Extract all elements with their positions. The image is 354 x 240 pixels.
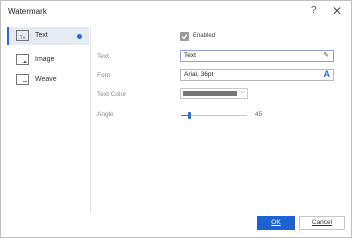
text-input[interactable]: Text ✎ [180, 50, 334, 62]
angle-slider-thumb[interactable] [187, 112, 191, 119]
sidebar-item-label: Image [35, 56, 55, 63]
chevron-down-icon: ⌵ [240, 89, 245, 95]
angle-value: 45 [255, 111, 263, 118]
watermark-dialog: Watermark ? ✕ Tx Text Image Weave Enable… [0, 0, 352, 238]
text-watermark-icon: Tx [16, 30, 29, 41]
svg-text:Tx: Tx [19, 35, 26, 41]
sidebar-item-weave[interactable]: Weave [7, 71, 89, 89]
text-label: Text [97, 53, 109, 60]
close-button[interactable]: ✕ [332, 5, 342, 17]
help-button[interactable]: ? [311, 5, 317, 17]
text-color-dropdown[interactable]: ⌵ [180, 88, 248, 99]
enabled-checkbox[interactable] [180, 32, 189, 41]
angle-label: Angle [97, 111, 114, 118]
image-watermark-icon [16, 54, 29, 65]
cancel-label: Cancel [311, 219, 333, 226]
weave-watermark-icon [16, 74, 29, 85]
sidebar-item-label: Text [35, 32, 48, 39]
sidebar-item-text[interactable]: Tx Text [7, 27, 89, 45]
font-field[interactable]: Arial, 36pt A [180, 69, 334, 81]
cancel-button[interactable]: Cancel [299, 216, 345, 230]
angle-slider[interactable] [181, 112, 247, 119]
color-swatch [183, 91, 237, 96]
dialog-title: Watermark [8, 7, 47, 16]
checkmark-icon [181, 34, 188, 40]
sidebar: Tx Text Image Weave [7, 27, 91, 213]
title-bar: Watermark ? ✕ [1, 1, 351, 23]
text-input-value: Text [184, 52, 196, 59]
ok-button[interactable]: OK [257, 216, 295, 230]
font-picker-icon[interactable]: A [324, 69, 331, 79]
sidebar-item-image[interactable]: Image [7, 51, 89, 69]
font-value: Arial, 36pt [184, 71, 214, 78]
font-label: Font [97, 72, 111, 79]
ok-label: OK [271, 219, 281, 226]
sidebar-item-label: Weave [35, 76, 57, 83]
enabled-label: Enabled [193, 33, 216, 39]
text-color-label: Text Color [97, 91, 127, 98]
selection-accent [7, 27, 9, 45]
pencil-icon[interactable]: ✎ [323, 51, 329, 61]
settings-panel: Enabled Text Text ✎ Font Arial, 36pt A T… [97, 27, 347, 213]
active-indicator-dot [77, 34, 82, 39]
